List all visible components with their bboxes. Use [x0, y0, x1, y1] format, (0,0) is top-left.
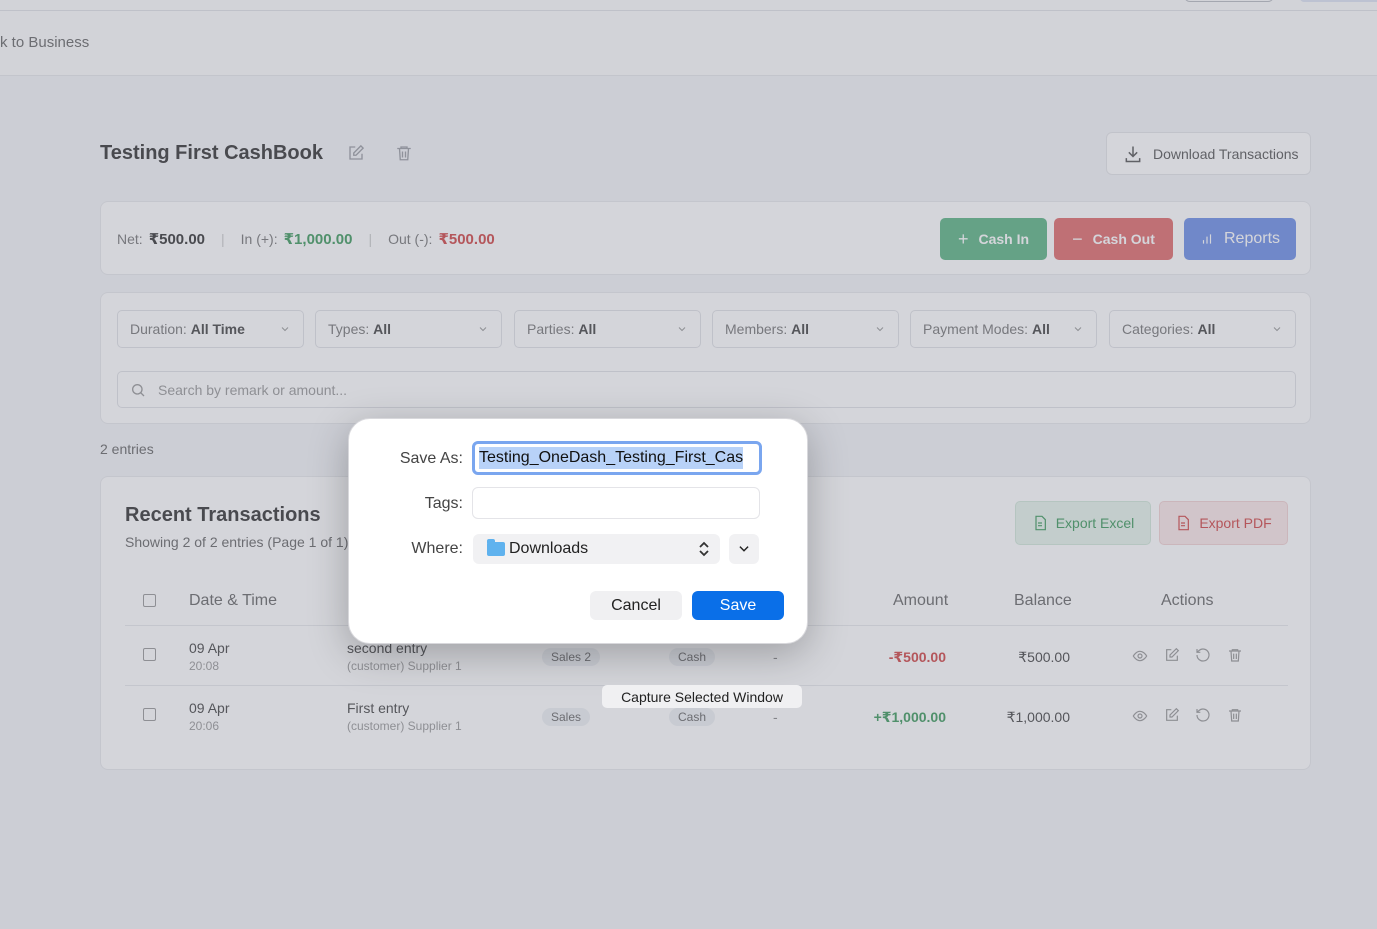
- where-select[interactable]: Downloads: [473, 534, 720, 564]
- where-value: Downloads: [509, 540, 589, 557]
- expand-dialog-button[interactable]: [729, 534, 759, 564]
- updown-chevron-icon: [699, 541, 709, 557]
- cancel-button[interactable]: Cancel: [590, 591, 682, 620]
- folder-icon: [487, 539, 505, 556]
- save-dialog: Save As: Testing_OneDash_Testing_First_C…: [348, 418, 808, 644]
- save-button[interactable]: Save: [692, 591, 784, 620]
- capture-tooltip: Capture Selected Window: [602, 685, 802, 708]
- where-label: Where:: [411, 540, 463, 557]
- save-as-input[interactable]: Testing_OneDash_Testing_First_Cas: [472, 441, 762, 475]
- tags-input[interactable]: [472, 487, 760, 519]
- save-as-value: Testing_OneDash_Testing_First_Cas: [479, 447, 744, 469]
- chevron-down-icon: [739, 546, 749, 552]
- save-as-label: Save As:: [399, 450, 463, 467]
- tags-label: Tags:: [424, 495, 463, 512]
